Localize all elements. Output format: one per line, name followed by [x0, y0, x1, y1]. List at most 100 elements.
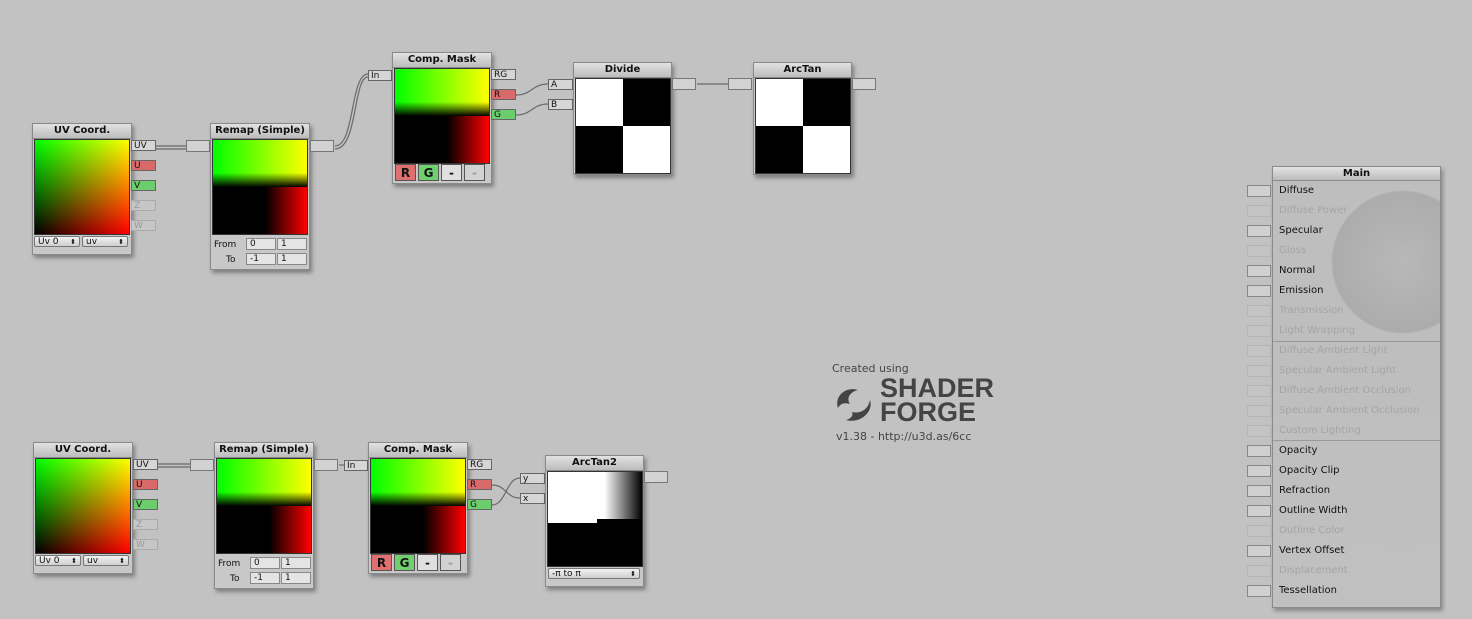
divide-input-port-b[interactable]: B: [548, 99, 573, 110]
arctan-output-port[interactable]: [852, 78, 876, 90]
from-label: From: [218, 559, 241, 569]
uv-mode-select[interactable]: uv ⬍: [83, 555, 129, 566]
main-node[interactable]: Main Diffuse Diffuse Power Specular Gloss No…: [1272, 166, 1441, 608]
uv-mode-select[interactable]: uv ⬍: [82, 236, 128, 247]
mask-output-port-rg[interactable]: RG: [491, 69, 516, 80]
updown-arrow-icon: ⬍: [119, 557, 125, 565]
output-port-u[interactable]: U: [133, 479, 158, 490]
main-input-port[interactable]: [1247, 505, 1271, 517]
from-min-field[interactable]: 0: [250, 557, 280, 569]
from-max-field[interactable]: 1: [281, 557, 311, 569]
remap-output-port[interactable]: [310, 140, 334, 152]
output-port-u[interactable]: U: [131, 160, 156, 171]
output-port-w[interactable]: W: [133, 539, 158, 550]
node-title: Comp. Mask: [393, 53, 491, 68]
arctan-node[interactable]: ArcTan: [753, 62, 852, 175]
mask-preview: [394, 68, 490, 164]
main-input-label: Normal: [1279, 265, 1316, 276]
remap-node[interactable]: Remap (Simple) From To 0 1 -1 1: [210, 123, 310, 270]
arctan2-node[interactable]: ArcTan2 -π to π ⬍: [545, 455, 644, 587]
from-max-field[interactable]: 1: [277, 238, 307, 250]
uv-channel-select[interactable]: Uv 0 ⬍: [35, 555, 81, 566]
output-port-z[interactable]: Z: [131, 200, 156, 211]
remap-output-port[interactable]: [314, 459, 338, 471]
channel-r-button[interactable]: R: [371, 554, 392, 571]
channel-r-button[interactable]: R: [395, 164, 416, 181]
main-input-port[interactable]: [1247, 325, 1271, 337]
main-input-port[interactable]: [1247, 545, 1271, 557]
remap-input-port[interactable]: [190, 459, 214, 471]
channel-b-button[interactable]: -: [441, 164, 462, 181]
arctan-preview: [755, 78, 851, 174]
output-port-v[interactable]: V: [131, 180, 156, 191]
from-min-field[interactable]: 0: [246, 238, 276, 250]
select-value: uv: [86, 237, 98, 247]
main-input-port[interactable]: [1247, 565, 1271, 577]
mask-output-port-g[interactable]: G: [491, 109, 516, 120]
main-input-port[interactable]: [1247, 465, 1271, 477]
select-value: Uv 0: [38, 237, 59, 247]
divide-node[interactable]: Divide: [573, 62, 672, 175]
main-input-port[interactable]: [1247, 185, 1271, 197]
node-title: Remap (Simple): [211, 124, 309, 139]
main-input-port[interactable]: [1247, 425, 1271, 437]
to-max-field[interactable]: 1: [277, 253, 307, 265]
mask-output-port-g[interactable]: G: [467, 499, 492, 510]
main-input-port[interactable]: [1247, 405, 1271, 417]
main-input-port[interactable]: [1247, 265, 1271, 277]
separator: [1273, 341, 1440, 342]
comp-mask-node[interactable]: Comp. Mask R G - -: [368, 442, 468, 574]
main-input-port[interactable]: [1247, 305, 1271, 317]
mask-preview: [370, 458, 466, 554]
main-input-port[interactable]: [1247, 485, 1271, 497]
output-port-uv[interactable]: UV: [133, 459, 158, 470]
uv-coord-node[interactable]: UV Coord. Uv 0 ⬍ uv ⬍: [33, 442, 133, 574]
main-input-label: Outline Color: [1279, 525, 1345, 536]
main-input-port[interactable]: [1247, 585, 1271, 597]
arctan2-mode-select[interactable]: -π to π ⬍: [548, 568, 640, 579]
main-input-port[interactable]: [1247, 345, 1271, 357]
mask-input-port-in[interactable]: In: [344, 460, 368, 471]
main-input-port[interactable]: [1247, 245, 1271, 257]
channel-a-button[interactable]: -: [464, 164, 485, 181]
channel-g-button[interactable]: G: [394, 554, 415, 571]
mask-output-port-r[interactable]: R: [467, 479, 492, 490]
arctan2-input-port-x[interactable]: x: [520, 493, 545, 504]
from-label: From: [214, 240, 237, 250]
channel-g-button[interactable]: G: [418, 164, 439, 181]
to-max-field[interactable]: 1: [281, 572, 311, 584]
main-input-port[interactable]: [1247, 285, 1271, 297]
channel-a-button[interactable]: -: [440, 554, 461, 571]
remap-node[interactable]: Remap (Simple) From To 0 1 -1 1: [214, 442, 314, 589]
uv-channel-select[interactable]: Uv 0 ⬍: [34, 236, 80, 247]
uv-coord-node[interactable]: UV Coord. Uv 0 ⬍ uv ⬍: [32, 123, 132, 255]
main-input-port[interactable]: [1247, 385, 1271, 397]
arctan2-output-port[interactable]: [644, 471, 668, 483]
main-input-label: Custom Lighting: [1279, 425, 1361, 436]
arctan-input-port[interactable]: [728, 78, 752, 90]
mask-output-port-rg[interactable]: RG: [467, 459, 492, 470]
divide-input-port-a[interactable]: A: [548, 79, 573, 90]
comp-mask-node[interactable]: Comp. Mask R G - -: [392, 52, 492, 184]
channel-b-button[interactable]: -: [417, 554, 438, 571]
output-port-w[interactable]: W: [131, 220, 156, 231]
output-port-uv[interactable]: UV: [131, 140, 156, 151]
main-input-port[interactable]: [1247, 365, 1271, 377]
version-label: v1.38 - http://u3d.as/6cc: [836, 430, 972, 443]
main-input-label: Specular Ambient Light: [1279, 365, 1397, 376]
main-input-label: Refraction: [1279, 485, 1331, 496]
main-input-port[interactable]: [1247, 225, 1271, 237]
divide-output-port[interactable]: [672, 78, 696, 90]
output-port-z[interactable]: Z: [133, 519, 158, 530]
mask-input-port-in[interactable]: In: [368, 70, 392, 81]
mask-output-port-r[interactable]: R: [491, 89, 516, 100]
to-min-field[interactable]: -1: [250, 572, 280, 584]
output-port-v[interactable]: V: [133, 499, 158, 510]
main-input-port[interactable]: [1247, 445, 1271, 457]
main-input-port[interactable]: [1247, 205, 1271, 217]
to-label: To: [230, 574, 240, 584]
arctan2-input-port-y[interactable]: y: [520, 473, 545, 484]
remap-input-port[interactable]: [186, 140, 210, 152]
to-min-field[interactable]: -1: [246, 253, 276, 265]
main-input-port[interactable]: [1247, 525, 1271, 537]
